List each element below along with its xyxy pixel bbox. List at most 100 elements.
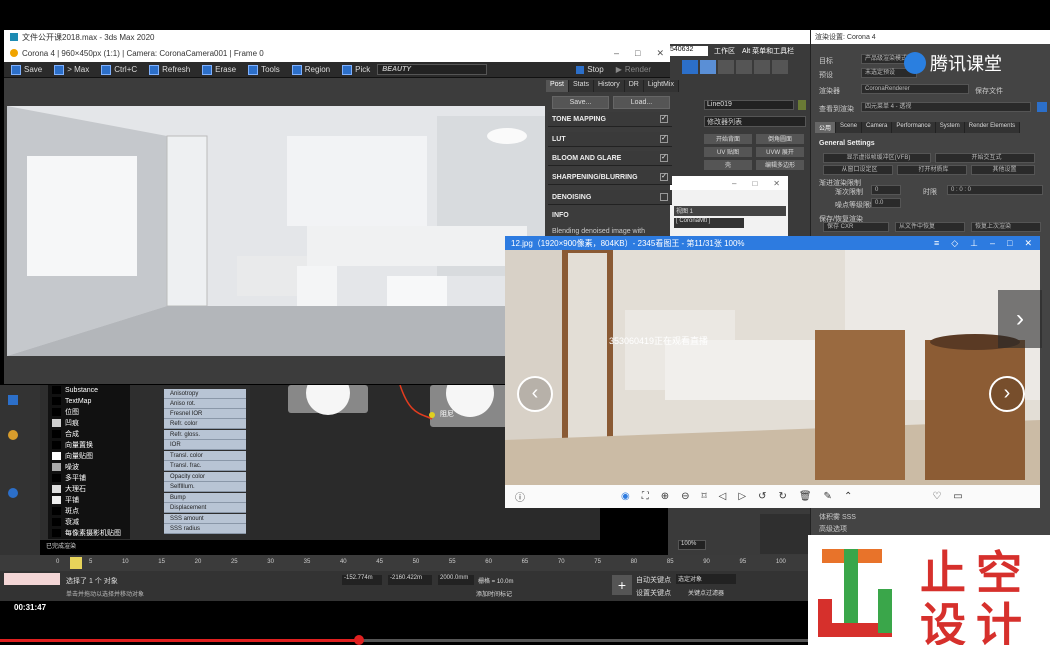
slot-anisotropy[interactable]: Anisotropy bbox=[164, 389, 246, 399]
region-button[interactable]: Region bbox=[287, 64, 335, 75]
viewer-minimize-icon[interactable]: – bbox=[990, 238, 995, 249]
list-item[interactable]: TextMap bbox=[50, 396, 128, 406]
denoising-checkbox[interactable] bbox=[660, 193, 668, 201]
modifier-btn-2[interactable]: 倒角圆面 bbox=[756, 134, 804, 144]
section-tone-mapping[interactable]: TONE MAPPING ✓ bbox=[548, 112, 672, 127]
color-swatch[interactable] bbox=[798, 100, 806, 110]
next-icon[interactable]: ▷ bbox=[738, 491, 746, 502]
auto-key-button[interactable]: 自动关键点 bbox=[636, 575, 671, 585]
skin-icon[interactable]: ◇ bbox=[951, 238, 958, 249]
bloom-checkbox[interactable]: ✓ bbox=[660, 154, 668, 162]
lock-icon[interactable] bbox=[1037, 102, 1047, 112]
open-mtl-lib-button[interactable]: 打开材质库 bbox=[897, 165, 967, 175]
vfb-maximize-icon[interactable]: □ bbox=[635, 48, 640, 59]
minimize-icon[interactable]: – bbox=[732, 179, 736, 188]
maxscript-listener[interactable] bbox=[4, 573, 60, 585]
tab-scene[interactable]: Scene bbox=[836, 122, 863, 133]
utilities-tab-icon[interactable] bbox=[772, 60, 788, 74]
to-max-button[interactable]: > Max bbox=[49, 64, 94, 75]
list-item[interactable]: 位图 bbox=[50, 407, 128, 417]
save-button[interactable]: Save bbox=[6, 64, 47, 75]
slot-transl-color[interactable]: Transl. color bbox=[164, 451, 246, 461]
vfb-close-icon[interactable]: ✕ bbox=[656, 48, 664, 59]
alt-menu-label[interactable]: Alt 菜单和工具栏 bbox=[742, 46, 794, 56]
tools-button[interactable]: Tools bbox=[243, 64, 285, 75]
menu-icon[interactable]: ≡ bbox=[934, 238, 939, 249]
pick-button[interactable]: Pick bbox=[337, 64, 375, 75]
volume-sss-label[interactable]: 体积雾 SSS bbox=[819, 512, 856, 522]
modifier-btn-1[interactable]: 开始背面 bbox=[704, 134, 752, 144]
tab-history[interactable]: History bbox=[593, 80, 625, 92]
coord-x[interactable]: -152.774m bbox=[342, 575, 382, 585]
slot-refr-gloss[interactable]: Refr. gloss. bbox=[164, 430, 246, 440]
list-item[interactable]: 大理石 bbox=[50, 484, 128, 494]
viewer-close-icon[interactable]: ✕ bbox=[1024, 238, 1032, 249]
list-item[interactable]: 衰减 bbox=[50, 517, 128, 527]
zoom-out-icon[interactable]: ⊖ bbox=[681, 491, 689, 502]
favorite-icon[interactable]: ♡ bbox=[932, 491, 941, 502]
view-field[interactable]: 四元菜单 4 - 透视 bbox=[861, 102, 1031, 112]
other-settings-button[interactable]: 其他设置 bbox=[971, 165, 1035, 175]
add-time-tag[interactable]: 添加时间标记 bbox=[476, 589, 512, 598]
tab-post[interactable]: Post bbox=[546, 80, 570, 92]
left-icon-2[interactable] bbox=[8, 430, 18, 440]
side-next-arrow[interactable]: › bbox=[998, 290, 1042, 348]
delete-icon[interactable]: 🗑 bbox=[799, 491, 812, 502]
list-item[interactable]: 合成 bbox=[50, 429, 128, 439]
general-settings-header[interactable]: General Settings bbox=[819, 140, 875, 147]
slot-sss-radius[interactable]: SSS radius bbox=[164, 524, 246, 534]
add-key-button[interactable]: + bbox=[612, 575, 632, 595]
section-denoising[interactable]: DENOISING bbox=[548, 190, 672, 205]
modifier-btn-5[interactable]: 壳 bbox=[704, 160, 752, 170]
post-load-button[interactable]: Load... bbox=[613, 96, 670, 109]
noise-limit-field[interactable]: 0.0 bbox=[871, 198, 901, 208]
render-element-select[interactable]: BEAUTY bbox=[377, 64, 488, 75]
list-item[interactable]: Substance bbox=[50, 385, 128, 395]
float-dropdown[interactable]: 视图 1 bbox=[674, 206, 786, 216]
slot-sss-amount[interactable]: SSS amount bbox=[164, 514, 246, 524]
rotate-right-icon[interactable]: ↻ bbox=[778, 491, 786, 502]
lut-checkbox[interactable]: ✓ bbox=[660, 135, 668, 143]
render-button[interactable]: ▶ Render bbox=[611, 65, 656, 74]
close-icon[interactable]: ✕ bbox=[773, 179, 780, 188]
prev-icon[interactable]: ◁ bbox=[719, 491, 727, 502]
slot-fresnel-ior[interactable]: Fresnel IOR bbox=[164, 409, 246, 419]
vfb-minimize-icon[interactable]: – bbox=[614, 48, 619, 59]
up-icon[interactable]: ⌃ bbox=[844, 491, 852, 502]
time-limit-field[interactable]: 0 : 0 : 0 bbox=[947, 185, 1043, 195]
list-item[interactable]: 凹痕 bbox=[50, 418, 128, 428]
object-name-field[interactable]: Line019 bbox=[704, 100, 794, 110]
slot-displacement[interactable]: Displacement bbox=[164, 503, 246, 513]
copy-button[interactable]: Ctrl+C bbox=[96, 64, 142, 75]
save-file-checkbox[interactable]: 保存文件 bbox=[975, 86, 1003, 96]
save-cxr-button[interactable]: 保存 CXR bbox=[823, 222, 889, 232]
fit-icon[interactable]: ⛶ bbox=[642, 491, 649, 502]
coord-y[interactable]: -2160.422m bbox=[388, 575, 432, 585]
region-button[interactable]: 从窗口设定区 bbox=[823, 165, 893, 175]
sharpening-checkbox[interactable]: ✓ bbox=[660, 173, 668, 181]
tone-mapping-checkbox[interactable]: ✓ bbox=[660, 115, 668, 123]
slot-bump[interactable]: Bump bbox=[164, 493, 246, 503]
modifier-btn-3[interactable]: UV 贴图 bbox=[704, 147, 752, 157]
erase-button[interactable]: Erase bbox=[197, 64, 241, 75]
renderer-field[interactable]: CoronaRenderer bbox=[861, 84, 969, 94]
slot-refr-color[interactable]: Refr. color bbox=[164, 419, 246, 429]
create-tab-icon[interactable] bbox=[682, 60, 698, 74]
selected-dropdown[interactable]: 选定对象 bbox=[676, 574, 736, 584]
show-vfb-button[interactable]: 显示虚拟帧缓冲区(VFB) bbox=[823, 153, 931, 163]
slot-aniso-rot[interactable]: Aniso rot. bbox=[164, 399, 246, 409]
workspace-label[interactable]: 工作区 bbox=[714, 46, 735, 56]
slot-opacity-color[interactable]: Opacity color bbox=[164, 472, 246, 482]
tab-dr[interactable]: DR bbox=[624, 80, 644, 92]
display-tab-icon[interactable] bbox=[754, 60, 770, 74]
modify-tab-icon[interactable] bbox=[700, 60, 716, 74]
slot-transl-frac[interactable]: Transl. frac. bbox=[164, 461, 246, 471]
list-item[interactable]: 斑点 bbox=[50, 506, 128, 516]
list-item[interactable]: 向量置换 bbox=[50, 440, 128, 450]
info-icon[interactable]: ⓘ bbox=[515, 489, 525, 504]
tab-system[interactable]: System bbox=[935, 122, 965, 133]
actual-size-icon[interactable]: ◉ bbox=[621, 491, 630, 502]
section-sharpening[interactable]: SHARPENING/BLURRING ✓ bbox=[548, 170, 672, 185]
tab-performance[interactable]: Performance bbox=[892, 122, 936, 133]
list-item[interactable]: 多平铺 bbox=[50, 473, 128, 483]
